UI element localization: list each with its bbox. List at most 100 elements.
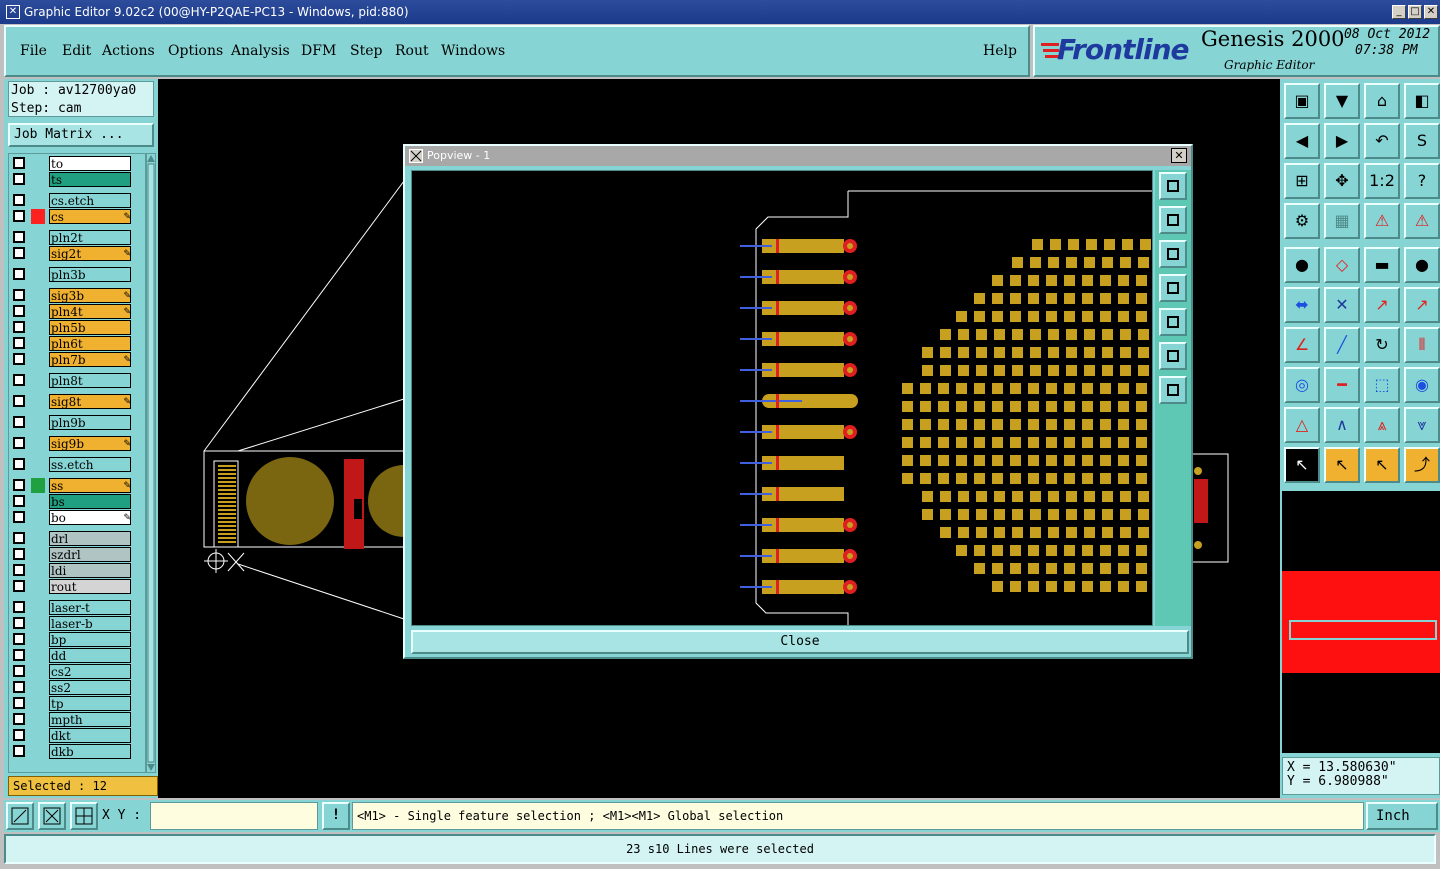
layer-mark[interactable] [31, 172, 45, 187]
triangle-icon[interactable]: ⩓ [1364, 407, 1400, 443]
layer-row[interactable]: dd [11, 648, 131, 663]
snap-mode-icon[interactable] [6, 802, 34, 830]
layer-mark[interactable] [31, 288, 45, 303]
popview-pan-left-icon[interactable] [1159, 274, 1187, 302]
layer-mark[interactable] [31, 267, 45, 282]
layer-checkbox[interactable] [13, 458, 25, 470]
layer-checkbox[interactable] [13, 713, 25, 725]
layer-checkbox[interactable] [13, 697, 25, 709]
layer-checkbox[interactable] [13, 268, 25, 280]
layer-mark[interactable] [31, 494, 45, 509]
layer-label[interactable]: szdrl [49, 547, 131, 562]
layer-mark[interactable] [31, 156, 45, 171]
layer-label[interactable]: bp [49, 632, 131, 647]
layer-checkbox[interactable] [13, 681, 25, 693]
layer-row[interactable]: mpth [11, 712, 131, 727]
menu-options[interactable]: Options [168, 43, 223, 59]
layer-checkbox[interactable] [13, 321, 25, 333]
layer-row[interactable]: ss ✎ [11, 478, 131, 493]
layer-checkbox[interactable] [13, 353, 25, 365]
layer-label[interactable]: sig9b ✎ [49, 436, 131, 451]
overview-drawing[interactable] [1282, 491, 1440, 753]
layer-mark[interactable] [31, 394, 45, 409]
maximize-icon[interactable]: □ [1408, 5, 1422, 19]
layer-label[interactable]: pln4t ✎ [49, 304, 131, 319]
redraw-icon[interactable]: S [1404, 123, 1440, 159]
close-icon[interactable]: ✕ [1424, 5, 1438, 19]
layer-label[interactable]: sig8t ✎ [49, 394, 131, 409]
menu-windows[interactable]: Windows [441, 43, 505, 59]
line-edit-icon[interactable]: ━ [1324, 367, 1360, 403]
menu-analysis[interactable]: Analysis [231, 43, 290, 59]
shapes-icon[interactable]: ◉ [1404, 367, 1440, 403]
layer-checkbox[interactable] [13, 633, 25, 645]
layer-row[interactable]: cs2 [11, 664, 131, 679]
layer-label[interactable]: sig3b ✎ [49, 288, 131, 303]
layer-checkbox[interactable] [13, 395, 25, 407]
layer-mark[interactable] [31, 744, 45, 759]
pointer-alt-icon[interactable]: ↖ [1364, 447, 1400, 483]
grid-mode-icon[interactable] [70, 802, 98, 830]
layer-list-scrollbar[interactable] [146, 153, 156, 773]
layer-checkbox[interactable] [13, 374, 25, 386]
slash-icon[interactable]: ╱ [1324, 327, 1360, 363]
layer-mark[interactable] [31, 352, 45, 367]
pointer-icon[interactable]: ↖ [1324, 447, 1360, 483]
popview-zoom-out-icon[interactable] [1159, 376, 1187, 404]
layer-label[interactable]: ss2 [49, 680, 131, 695]
layer-label[interactable]: ss ✎ [49, 478, 131, 493]
menu-dfm[interactable]: DFM [301, 43, 336, 59]
layer-checkbox[interactable] [13, 479, 25, 491]
menu-file[interactable]: File [20, 43, 47, 59]
layer-label[interactable]: pln6t [49, 336, 131, 351]
layer-mark[interactable] [31, 648, 45, 663]
layer-label[interactable]: dd [49, 648, 131, 663]
layer-checkbox[interactable] [13, 601, 25, 613]
layer-mark[interactable] [31, 531, 45, 546]
layer-checkbox[interactable] [13, 231, 25, 243]
layer-checkbox[interactable] [13, 437, 25, 449]
properties-icon[interactable]: ⚙ [1284, 203, 1320, 239]
layer-label[interactable]: dkb [49, 744, 131, 759]
layer-row[interactable]: pln8t [11, 373, 131, 388]
layer-display-icon[interactable]: ⚠ [1404, 203, 1440, 239]
delete-icon[interactable]: ✕ [1324, 287, 1360, 323]
layer-row[interactable]: cs ✎ [11, 209, 131, 224]
layer-checkbox[interactable] [13, 511, 25, 523]
layer-checkbox[interactable] [13, 210, 25, 222]
layer-checkbox[interactable] [13, 580, 25, 592]
layer-checkbox[interactable] [13, 729, 25, 741]
layer-checkbox[interactable] [13, 247, 25, 259]
units-selector[interactable]: Inch [1366, 802, 1438, 830]
popview-pan-right-icon[interactable] [1159, 308, 1187, 336]
zoom-center-icon[interactable]: ✥ [1324, 163, 1360, 199]
layer-label[interactable]: ss.etch [49, 457, 131, 472]
popview-zoom-in-icon[interactable] [1159, 342, 1187, 370]
app-icon[interactable]: ✕ [6, 5, 20, 19]
layer-row[interactable]: tp [11, 696, 131, 711]
layer-row[interactable]: pln4t ✎ [11, 304, 131, 319]
layer-label[interactable]: to [49, 156, 131, 171]
resize-icon[interactable]: ⬚ [1364, 367, 1400, 403]
layer-mark[interactable] [31, 600, 45, 615]
open-job-icon[interactable]: ▣ [1284, 83, 1320, 119]
copy-icon[interactable]: ↗ [1404, 287, 1440, 323]
layer-row[interactable]: sig2t ✎ [11, 246, 131, 261]
help-icon[interactable]: ? [1404, 163, 1440, 199]
layer-label[interactable]: pln7b ✎ [49, 352, 131, 367]
ruler-icon[interactable]: ▬ [1364, 247, 1400, 283]
menu-rout[interactable]: Rout [395, 43, 429, 59]
layer-mark[interactable] [31, 616, 45, 631]
layer-row[interactable]: rout [11, 579, 131, 594]
layer-checkbox[interactable] [13, 337, 25, 349]
popview-zoom-home-icon[interactable] [1159, 172, 1187, 200]
layer-row[interactable]: sig8t ✎ [11, 394, 131, 409]
layer-mark[interactable] [31, 563, 45, 578]
layer-mark[interactable] [31, 436, 45, 451]
pad-icon[interactable]: ◎ [1284, 367, 1320, 403]
layer-checkbox[interactable] [13, 649, 25, 661]
angle-icon[interactable]: △ [1284, 407, 1320, 443]
add-shape-icon[interactable]: ◇ [1324, 247, 1360, 283]
arrow-up-icon[interactable]: ∧ [1324, 407, 1360, 443]
layer-checkbox[interactable] [13, 617, 25, 629]
